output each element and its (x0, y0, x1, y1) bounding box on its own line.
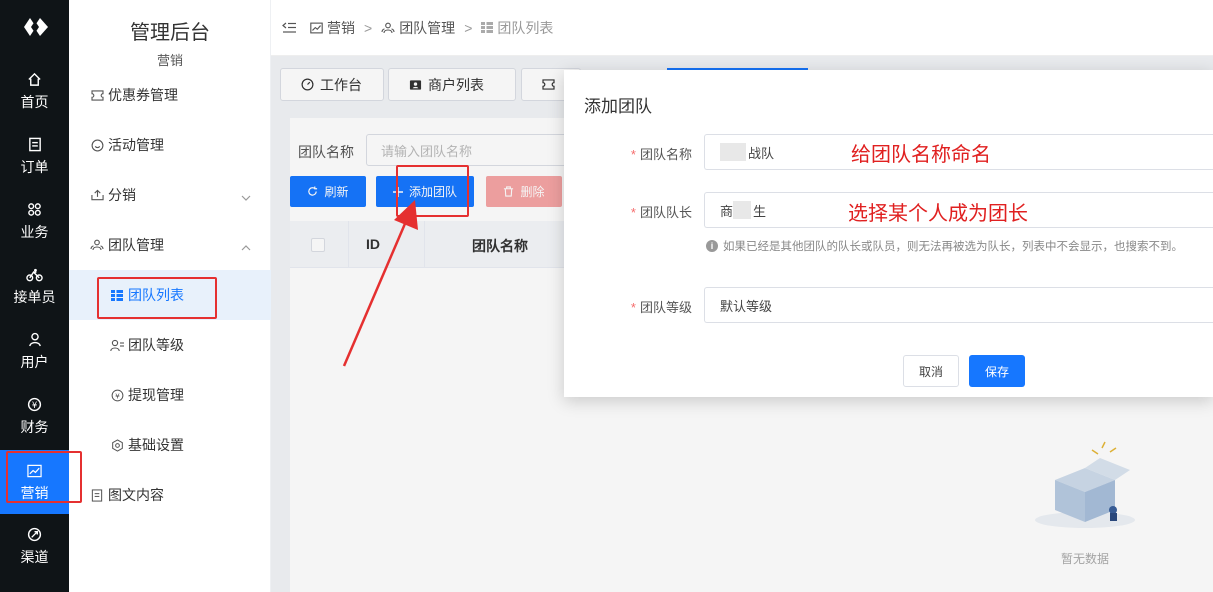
svg-text:¥: ¥ (115, 391, 120, 400)
chart-icon (310, 22, 323, 34)
rail-item-orders[interactable]: 订单 (0, 125, 69, 187)
field-label-team-leader: * 团队队长 (582, 202, 692, 221)
team-level-select[interactable]: 默认等级 (704, 287, 1213, 323)
required-mark: * (630, 205, 636, 220)
redacted-text (733, 201, 752, 219)
smile-icon (90, 138, 104, 152)
hint-text: 如果已经是其他团队的队长或队员，则无法再被选为队长，列表中不会显示，也搜索不到。 (723, 241, 1183, 253)
cancel-button[interactable]: 取消 (903, 355, 959, 387)
menu-item-activities[interactable]: 活动管理 (69, 120, 271, 170)
field-label-text: 团队名称 (639, 147, 692, 162)
menu-item-basic-settings[interactable]: 基础设置 (69, 420, 271, 470)
required-mark: * (630, 147, 636, 162)
rail-item-label: 业务 (20, 223, 49, 240)
menu-subtitle: 营销 (156, 53, 183, 68)
leader-hint: i 如果已经是其他团队的队长或队员，则无法再被选为队长，列表中不会显示，也搜索不… (706, 238, 1183, 254)
ticket-icon (90, 88, 104, 102)
breadcrumb-label: 团队列表 (497, 19, 554, 36)
save-button[interactable]: 保存 (969, 355, 1025, 387)
menu-item-label: 基础设置 (128, 437, 184, 453)
rail-item-users[interactable]: 用户 (0, 320, 69, 382)
dialog-title: 添加团队 (584, 97, 652, 116)
menu-item-withdrawals[interactable]: ¥ 提现管理 (69, 370, 271, 420)
rail-item-channels[interactable]: 渠道 (0, 515, 69, 577)
svg-text:¥: ¥ (32, 400, 38, 410)
menu-title: 管理后台 (130, 22, 210, 44)
chevron-up-icon (241, 238, 251, 254)
user-level-icon (110, 338, 124, 352)
menu-item-label: 团队管理 (108, 237, 164, 253)
grid-icon (26, 201, 44, 219)
rail-item-business[interactable]: 业务 (0, 190, 69, 252)
rail-item-label: 渠道 (20, 548, 49, 565)
annotation-arrow-icon (342, 200, 418, 367)
menu-item-team-management[interactable]: 团队管理 (69, 220, 271, 270)
menu-item-label: 提现管理 (128, 387, 184, 403)
menu-item-team-level[interactable]: 团队等级 (69, 320, 271, 370)
team-leader-value-prefix: 商 (720, 203, 734, 219)
rail-item-label: 财务 (20, 418, 49, 435)
share-icon (90, 188, 104, 202)
channel-icon (26, 526, 44, 544)
collapse-menu-icon[interactable] (282, 22, 296, 34)
top-header: 营销 > 团队管理 > 团队列表 (271, 0, 1213, 56)
gear-icon (110, 438, 124, 452)
breadcrumb-label: 营销 (327, 19, 355, 36)
rail-item-label: 用户 (20, 353, 49, 370)
menu-item-label: 图文内容 (108, 487, 164, 503)
highlight-marketing (6, 451, 82, 503)
breadcrumb-marketing[interactable]: 营销 (310, 18, 355, 38)
team-level-value: 默认等级 (720, 298, 773, 314)
team-icon (381, 22, 395, 34)
rail-item-couriers[interactable]: 接单员 (0, 255, 69, 317)
menu-item-label: 团队等级 (128, 337, 184, 353)
breadcrumb-label: 团队管理 (399, 19, 456, 36)
annotation-name-note: 给团队名称命名 (851, 144, 991, 166)
primary-nav-rail: 首页 订单 业务 接单员 用户 ¥ 财务 营销 渠道 (0, 0, 69, 592)
rail-item-label: 首页 (20, 93, 49, 110)
team-name-value: 战队 (748, 145, 775, 161)
breadcrumb-team-management[interactable]: 团队管理 (381, 18, 455, 38)
field-label-text: 团队队长 (639, 205, 692, 220)
required-mark: * (630, 300, 636, 315)
breadcrumb-team-list: 团队列表 (481, 18, 553, 38)
money-icon: ¥ (26, 396, 44, 414)
field-label-team-name: * 团队名称 (582, 144, 692, 163)
menu-item-coupons[interactable]: 优惠券管理 (69, 70, 271, 120)
chevron-down-icon (241, 188, 251, 204)
info-icon: i (706, 240, 718, 252)
rail-item-finance[interactable]: ¥ 财务 (0, 385, 69, 447)
brand-logo-icon (24, 18, 48, 36)
annotation-leader-note: 选择某个人成为团长 (848, 203, 1028, 225)
bike-icon (26, 266, 44, 284)
redacted-text (720, 143, 746, 161)
rail-item-home[interactable]: 首页 (0, 60, 69, 122)
coin-icon: ¥ (110, 388, 124, 402)
add-team-dialog: 添加团队 * 团队名称 战队 给团队名称命名 * 团队队长 商 生 选择某个人成为团… (564, 70, 1213, 397)
rail-item-label: 接单员 (13, 288, 56, 305)
document-icon (90, 488, 104, 502)
field-label-text: 团队等级 (639, 300, 692, 315)
menu-item-label: 优惠券管理 (108, 87, 178, 103)
order-icon (26, 136, 44, 154)
menu-item-label: 分销 (108, 187, 136, 203)
rail-item-label: 订单 (20, 158, 49, 175)
user-icon (26, 331, 44, 349)
menu-item-label: 活动管理 (108, 137, 164, 153)
highlight-team-list (97, 277, 217, 319)
breadcrumb-separator: > (364, 19, 373, 36)
menu-item-distribution[interactable]: 分销 (69, 170, 271, 220)
menu-item-rich-content[interactable]: 图文内容 (69, 470, 271, 520)
team-leader-value: 生 (753, 203, 767, 219)
home-icon (26, 71, 44, 89)
list-icon (481, 22, 494, 33)
field-label-team-level: * 团队等级 (582, 297, 692, 316)
team-icon (90, 238, 104, 252)
breadcrumb-separator: > (464, 19, 473, 36)
